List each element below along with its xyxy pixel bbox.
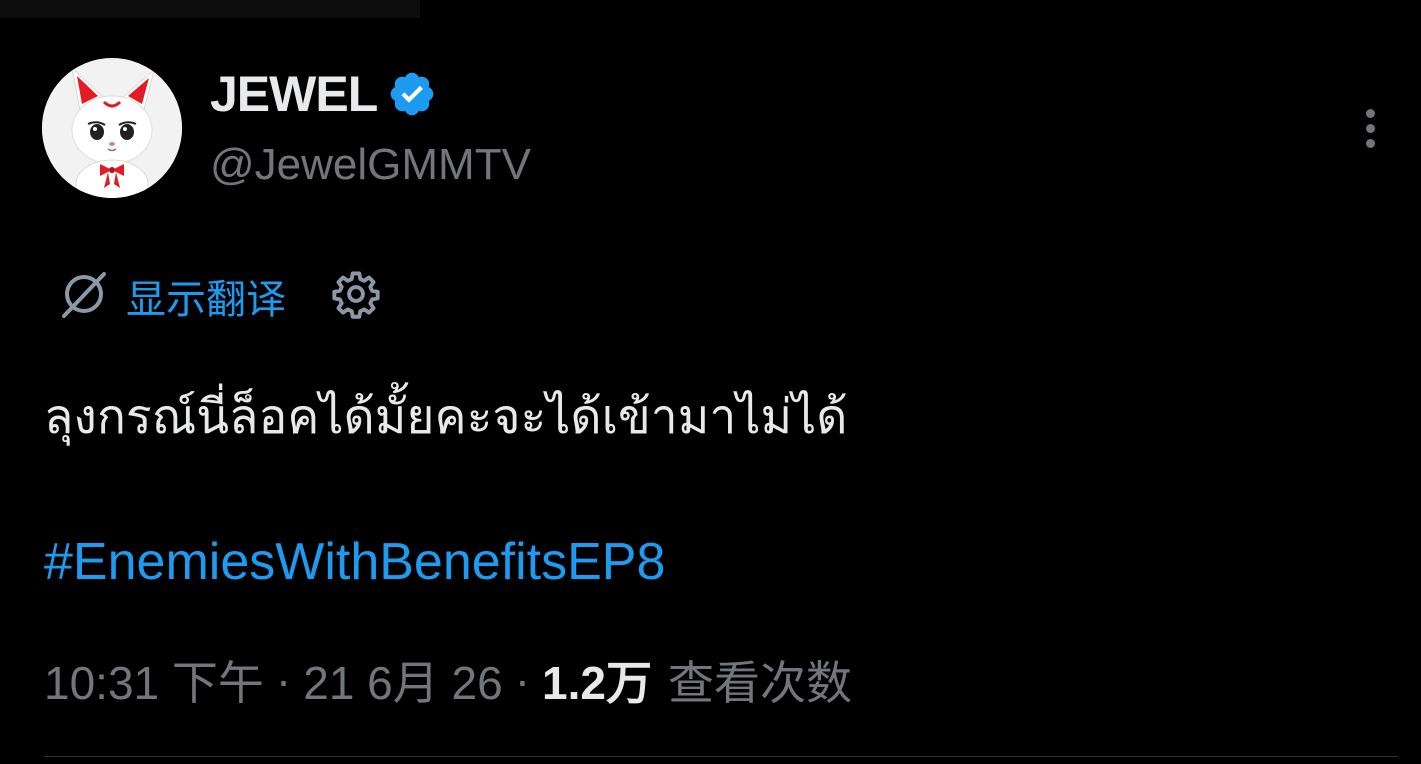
verified-badge-icon[interactable] bbox=[387, 69, 437, 119]
translate-row: 显示翻译 bbox=[56, 266, 382, 326]
tweet-text: ลุงกรณ์นี่ล็อคได้มั้ยคะจะได้เข้ามาไม่ได้ bbox=[44, 391, 848, 444]
author-display-name[interactable]: JEWEL bbox=[210, 65, 378, 123]
more-vertical-icon-dot bbox=[1365, 123, 1375, 133]
author-name-row: JEWEL bbox=[210, 62, 437, 126]
translate-off-icon bbox=[56, 266, 112, 327]
show-translation-button[interactable]: 显示翻译 bbox=[56, 266, 286, 327]
author-avatar[interactable] bbox=[42, 58, 182, 198]
more-options-button[interactable] bbox=[1346, 100, 1394, 156]
views-label[interactable]: 查看次数 bbox=[668, 647, 852, 713]
top-edge-shade bbox=[0, 0, 420, 18]
more-vertical-icon-dot bbox=[1365, 138, 1375, 148]
meta-separator: · bbox=[275, 654, 292, 706]
author-handle[interactable]: @JewelGMMTV bbox=[210, 140, 531, 190]
meta-separator: · bbox=[514, 654, 531, 706]
bottom-divider bbox=[44, 756, 1398, 757]
translation-settings-button[interactable] bbox=[330, 268, 382, 325]
gear-icon bbox=[330, 268, 382, 325]
tweet-meta-row: 10:31 下午 · 21 6月 26 · 1.2万 查看次数 bbox=[44, 648, 852, 712]
white-fox-mascot-avatar bbox=[42, 58, 182, 198]
hashtag-link[interactable]: #EnemiesWithBenefitsEP8 bbox=[44, 530, 665, 594]
tweet-date[interactable]: 21 6月 26 bbox=[303, 647, 502, 713]
more-vertical-icon bbox=[1365, 108, 1375, 118]
views-count[interactable]: 1.2万 bbox=[542, 647, 652, 713]
show-translation-label: 显示翻译 bbox=[126, 278, 286, 322]
tweet-time[interactable]: 10:31 下午 bbox=[44, 647, 264, 713]
